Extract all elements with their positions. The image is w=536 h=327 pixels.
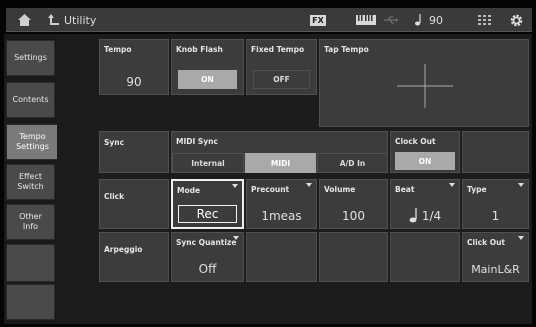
click-beat-label: Beat xyxy=(395,185,415,194)
sidebar-empty-slot xyxy=(6,244,55,282)
empty-cell xyxy=(462,131,529,173)
sync-row-label-cell: Sync xyxy=(99,131,169,173)
midi-sync-cell: MIDI Sync Internal MIDI A/D In xyxy=(171,131,388,173)
click-label: Click xyxy=(104,192,125,201)
empty-cell xyxy=(390,232,460,282)
sidebar-item-tempo-settings[interactable]: Tempo Settings xyxy=(6,124,59,160)
fx-icon: FX xyxy=(308,8,328,32)
click-mode-field[interactable]: Mode Rec xyxy=(171,179,244,229)
chevron-down-icon xyxy=(518,183,524,187)
click-beat-field[interactable]: Beat 1/4 xyxy=(390,179,460,229)
sidebar-item-label: Contents xyxy=(12,95,49,104)
sync-quantize-value: Off xyxy=(198,262,217,276)
click-beat-value: 1/4 xyxy=(421,209,442,223)
click-volume-label: Volume xyxy=(324,185,356,194)
sidebar-empty-slot xyxy=(6,284,55,320)
click-volume-value: 100 xyxy=(342,209,365,223)
click-precount-value: 1meas xyxy=(261,209,302,223)
sync-quantize-label: Sync Quantize xyxy=(176,238,237,247)
knob-flash-cell: Knob Flash ON xyxy=(171,39,244,95)
knob-flash-label: Knob Flash xyxy=(176,45,223,54)
keyboard-icon xyxy=(354,8,378,32)
sidebar-item-settings[interactable]: Settings xyxy=(6,40,55,76)
click-beat-value-wrap: 1/4 xyxy=(391,208,459,223)
tempo-label: Tempo xyxy=(104,45,132,54)
tap-tempo-pad[interactable]: Tap Tempo xyxy=(319,39,529,127)
click-type-value: 1 xyxy=(491,209,500,223)
click-mode-value: Rec xyxy=(178,205,237,223)
fixed-tempo-toggle[interactable]: OFF xyxy=(253,70,310,89)
click-mode-label: Mode xyxy=(177,186,201,195)
sidebar: Settings Contents Tempo Settings Effect … xyxy=(4,34,59,324)
tap-tempo-label: Tap Tempo xyxy=(324,45,369,54)
empty-cell xyxy=(319,232,388,282)
sidebar-item-label: Effect Switch xyxy=(17,172,44,191)
main-panel: Tempo 90 Knob Flash ON Fixed Tempo OFF T… xyxy=(57,34,532,324)
sidebar-item-contents[interactable]: Contents xyxy=(6,82,55,118)
quarter-note-icon xyxy=(409,208,417,223)
click-row-label-cell: Click xyxy=(99,179,169,229)
sidebar-item-effect-switch[interactable]: Effect Switch xyxy=(6,164,55,200)
chevron-down-icon xyxy=(233,236,239,240)
click-volume-field[interactable]: Volume 100 xyxy=(319,179,388,229)
grid-icon[interactable] xyxy=(476,8,494,32)
sync-label: Sync xyxy=(104,138,125,147)
click-type-field[interactable]: Type 1 xyxy=(462,179,529,229)
arpeggio-row-label-cell: Arpeggio xyxy=(99,232,169,282)
fx-label: FX xyxy=(310,14,326,26)
chevron-down-icon xyxy=(306,183,312,187)
usb-icon xyxy=(382,8,400,32)
sync-midi-button[interactable]: MIDI xyxy=(245,153,316,173)
click-precount-label: Precount xyxy=(251,185,290,194)
chevron-down-icon xyxy=(232,184,238,188)
sidebar-item-label: Tempo Settings xyxy=(16,132,49,151)
click-out-value: MainL&R xyxy=(471,263,520,276)
sync-internal-button[interactable]: Internal xyxy=(172,153,244,173)
back-arrow-icon[interactable] xyxy=(46,8,62,32)
click-out-label: Click Out xyxy=(467,238,505,247)
sidebar-item-label: Settings xyxy=(14,53,47,62)
note-icon xyxy=(413,8,423,32)
gear-icon[interactable] xyxy=(508,8,524,32)
chevron-down-icon xyxy=(518,236,524,240)
clock-out-toggle[interactable]: ON xyxy=(395,152,455,170)
fixed-tempo-cell: Fixed Tempo OFF xyxy=(246,39,317,95)
clock-out-cell: Clock Out ON xyxy=(390,131,460,173)
tempo-value: 90 xyxy=(126,75,142,89)
knob-flash-toggle[interactable]: ON xyxy=(178,70,237,89)
sync-quantize-field[interactable]: Sync Quantize Off xyxy=(171,232,244,282)
click-type-label: Type xyxy=(467,185,487,194)
top-bar: Utility FX 90 xyxy=(6,8,532,32)
sidebar-item-other-info[interactable]: Other Info xyxy=(6,204,55,240)
fixed-tempo-label: Fixed Tempo xyxy=(251,45,305,54)
arpeggio-label: Arpeggio xyxy=(104,245,143,254)
midi-sync-label: MIDI Sync xyxy=(176,137,218,146)
sync-ad-in-button[interactable]: A/D In xyxy=(317,153,388,173)
chevron-down-icon xyxy=(449,183,455,187)
crosshair-icon xyxy=(397,64,453,108)
sidebar-item-label: Other Info xyxy=(19,212,42,231)
home-icon[interactable] xyxy=(12,8,36,32)
clock-out-label: Clock Out xyxy=(395,137,436,146)
click-out-field[interactable]: Click Out MainL&R xyxy=(462,232,529,282)
page-title: Utility xyxy=(64,13,97,27)
tempo-indicator: 90 xyxy=(429,13,443,27)
empty-cell xyxy=(246,232,317,282)
screen: Utility FX 90 Settings Contents Tempo Se… xyxy=(0,0,536,327)
tempo-cell[interactable]: Tempo 90 xyxy=(99,39,169,95)
click-precount-field[interactable]: Precount 1meas xyxy=(246,179,317,229)
